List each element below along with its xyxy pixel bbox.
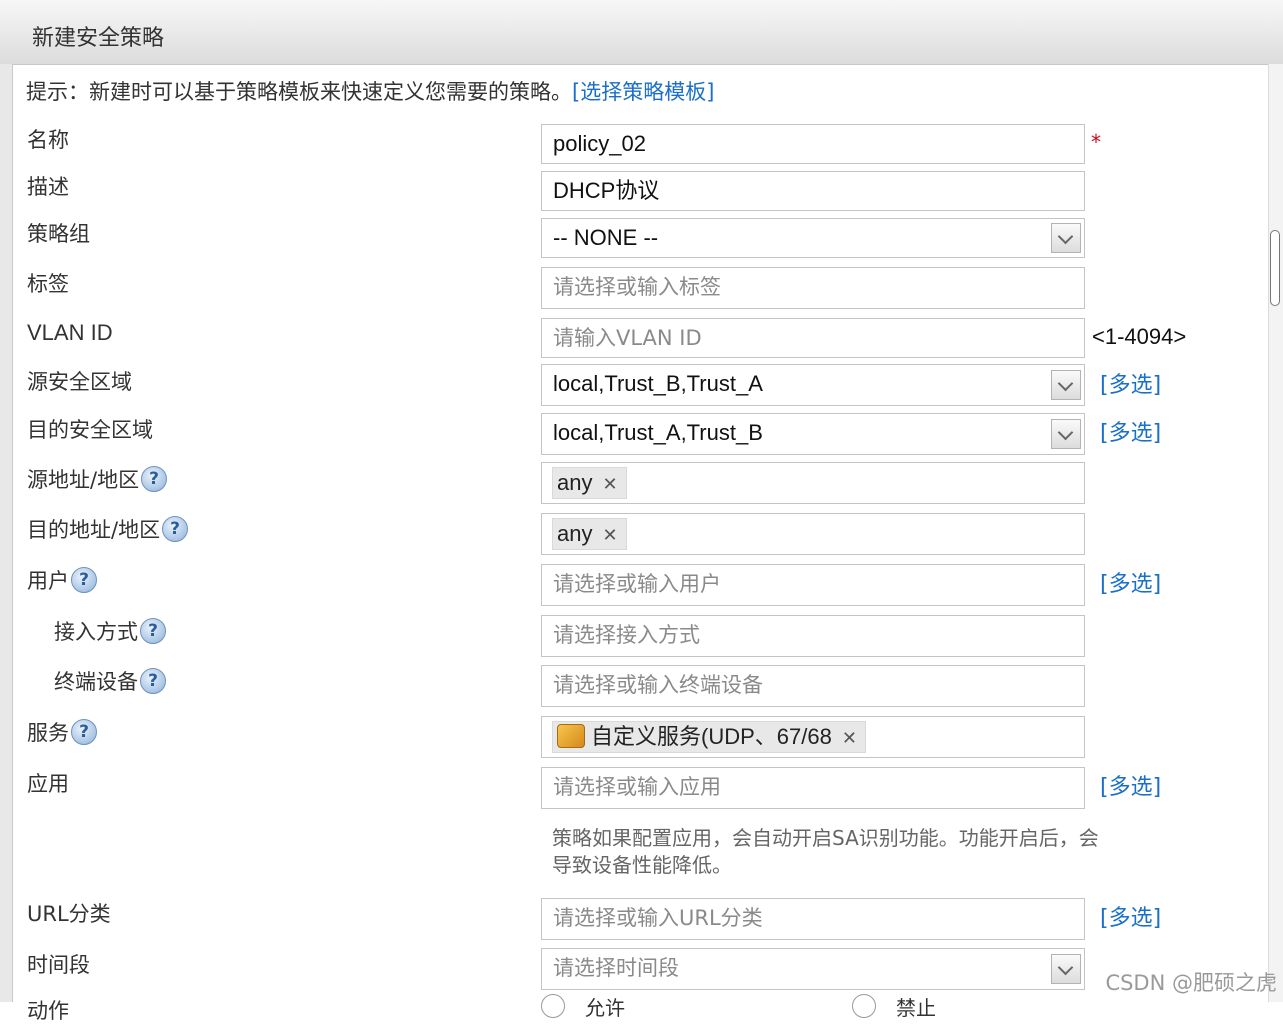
name-label: 名称 bbox=[27, 128, 69, 152]
tag-text: any bbox=[557, 521, 593, 546]
application-input[interactable]: 请选择或输入应用 bbox=[541, 767, 1085, 809]
vlan-range-hint: <1-4094> bbox=[1092, 324, 1187, 349]
access-mode-label: 接入方式? bbox=[54, 616, 166, 646]
dest-zone-label: 目的安全区域 bbox=[27, 418, 153, 442]
service-text: 服务 bbox=[27, 721, 69, 745]
remove-tag-icon[interactable]: ✕ bbox=[602, 525, 617, 545]
left-frame bbox=[0, 64, 13, 1002]
action-allow-label: 允许 bbox=[585, 996, 625, 1020]
application-multi-link[interactable]: [多选] bbox=[1100, 769, 1161, 801]
tag-text: any bbox=[557, 470, 593, 495]
vlan-id-placeholder: 请输入VLAN ID bbox=[553, 326, 702, 350]
service-input[interactable]: 自定义服务(UDP、67/68 ✕ bbox=[541, 716, 1085, 758]
help-icon[interactable]: ? bbox=[71, 719, 97, 745]
url-category-input[interactable]: 请选择或输入URL分类 bbox=[541, 898, 1085, 940]
remove-tag-icon[interactable]: ✕ bbox=[602, 474, 617, 494]
chevron-down-icon[interactable] bbox=[1051, 223, 1081, 253]
tags-input[interactable]: 请选择或输入标签 bbox=[541, 267, 1085, 309]
user-label: 用户? bbox=[27, 565, 97, 595]
dest-zone-select[interactable]: local,Trust_A,Trust_B bbox=[541, 413, 1085, 455]
source-zone-label: 源安全区域 bbox=[27, 370, 132, 394]
url-category-multi-link[interactable]: [多选] bbox=[1100, 900, 1161, 932]
time-range-placeholder: 请选择时间段 bbox=[553, 956, 679, 980]
source-address-label: 源地址/地区? bbox=[27, 464, 168, 494]
description-value: DHCP协议 bbox=[553, 178, 660, 203]
application-label: 应用 bbox=[27, 772, 69, 796]
help-icon[interactable]: ? bbox=[162, 516, 189, 542]
help-icon[interactable]: ? bbox=[140, 668, 166, 694]
application-note: 策略如果配置应用，会自动开启SA识别功能。功能开启后，会导致设备性能降低。 bbox=[552, 826, 1099, 877]
help-icon[interactable]: ? bbox=[71, 567, 97, 593]
service-object-icon bbox=[557, 724, 585, 749]
time-range-select[interactable]: 请选择时间段 bbox=[541, 948, 1085, 990]
source-zone-select[interactable]: local,Trust_B,Trust_A bbox=[541, 364, 1085, 406]
watermark: CSDN @肥硕之虎 bbox=[1105, 971, 1277, 995]
url-category-placeholder: 请选择或输入URL分类 bbox=[553, 906, 763, 930]
source-zone-multi-link[interactable]: [多选] bbox=[1100, 367, 1161, 399]
dest-address-label: 目的地址/地区? bbox=[27, 514, 189, 544]
url-category-label: URL分类 bbox=[27, 902, 111, 926]
source-zone-value: local,Trust_B,Trust_A bbox=[553, 371, 763, 396]
help-icon[interactable]: ? bbox=[140, 618, 166, 644]
help-icon[interactable]: ? bbox=[141, 466, 168, 492]
time-range-label: 时间段 bbox=[27, 953, 90, 977]
remove-tag-icon[interactable]: ✕ bbox=[842, 728, 857, 748]
user-text: 用户 bbox=[27, 569, 69, 593]
description-input[interactable]: DHCP协议 bbox=[541, 171, 1085, 211]
terminal-device-placeholder: 请选择或输入终端设备 bbox=[553, 673, 763, 697]
required-marker: * bbox=[1091, 130, 1101, 154]
dest-zone-multi-link[interactable]: [多选] bbox=[1100, 415, 1161, 447]
source-address-input[interactable]: any ✕ bbox=[541, 462, 1085, 504]
policy-group-select[interactable]: -- NONE -- bbox=[541, 218, 1085, 258]
select-template-link[interactable]: [选择策略模板] bbox=[572, 80, 714, 104]
user-placeholder: 请选择或输入用户 bbox=[553, 572, 721, 596]
template-hint: 提示：新建时可以基于策略模板来快速定义您需要的策略。[选择策略模板] bbox=[26, 76, 714, 106]
access-mode-text: 接入方式 bbox=[54, 620, 138, 644]
access-mode-input[interactable]: 请选择接入方式 bbox=[541, 615, 1085, 657]
source-address-tag: any ✕ bbox=[552, 467, 627, 499]
scrollbar-thumb[interactable] bbox=[1270, 230, 1280, 306]
service-label: 服务? bbox=[27, 717, 97, 747]
action-label: 动作 bbox=[27, 999, 69, 1023]
tag-text: 自定义服务(UDP、67/68 bbox=[591, 724, 832, 749]
user-multi-link[interactable]: [多选] bbox=[1100, 566, 1161, 598]
tags-placeholder: 请选择或输入标签 bbox=[553, 275, 721, 299]
service-tag: 自定义服务(UDP、67/68 ✕ bbox=[552, 721, 866, 753]
terminal-device-label: 终端设备? bbox=[54, 666, 166, 696]
dest-zone-value: local,Trust_A,Trust_B bbox=[553, 420, 763, 445]
chevron-down-icon[interactable] bbox=[1051, 419, 1081, 449]
dest-address-text: 目的地址/地区 bbox=[27, 518, 161, 542]
policy-group-value: -- NONE -- bbox=[553, 225, 659, 250]
hint-text: 提示：新建时可以基于策略模板来快速定义您需要的策略。 bbox=[26, 80, 572, 104]
action-deny-radio[interactable] bbox=[852, 994, 876, 1018]
dialog-title: 新建安全策略 bbox=[32, 26, 165, 51]
description-label: 描述 bbox=[27, 175, 69, 199]
vlan-id-input[interactable]: 请输入VLAN ID bbox=[541, 318, 1085, 358]
dest-address-tag: any ✕ bbox=[552, 518, 627, 550]
vlan-id-label: VLAN ID bbox=[27, 320, 113, 345]
action-allow-radio[interactable] bbox=[541, 994, 565, 1018]
user-input[interactable]: 请选择或输入用户 bbox=[541, 564, 1085, 606]
terminal-device-input[interactable]: 请选择或输入终端设备 bbox=[541, 665, 1085, 707]
tags-label: 标签 bbox=[27, 272, 69, 296]
action-deny-label: 禁止 bbox=[896, 996, 936, 1020]
chevron-down-icon[interactable] bbox=[1051, 370, 1081, 400]
access-mode-placeholder: 请选择接入方式 bbox=[553, 623, 700, 647]
name-input[interactable]: policy_02 bbox=[541, 124, 1085, 164]
dialog-titlebar: 新建安全策略 bbox=[0, 0, 1283, 65]
source-address-text: 源地址/地区 bbox=[27, 468, 140, 492]
chevron-down-icon[interactable] bbox=[1051, 954, 1081, 984]
terminal-device-text: 终端设备 bbox=[54, 670, 138, 694]
policy-group-label: 策略组 bbox=[27, 222, 90, 246]
application-placeholder: 请选择或输入应用 bbox=[553, 775, 721, 799]
vertical-scrollbar[interactable] bbox=[1268, 64, 1283, 1002]
dest-address-input[interactable]: any ✕ bbox=[541, 513, 1085, 555]
name-value: policy_02 bbox=[553, 131, 646, 156]
